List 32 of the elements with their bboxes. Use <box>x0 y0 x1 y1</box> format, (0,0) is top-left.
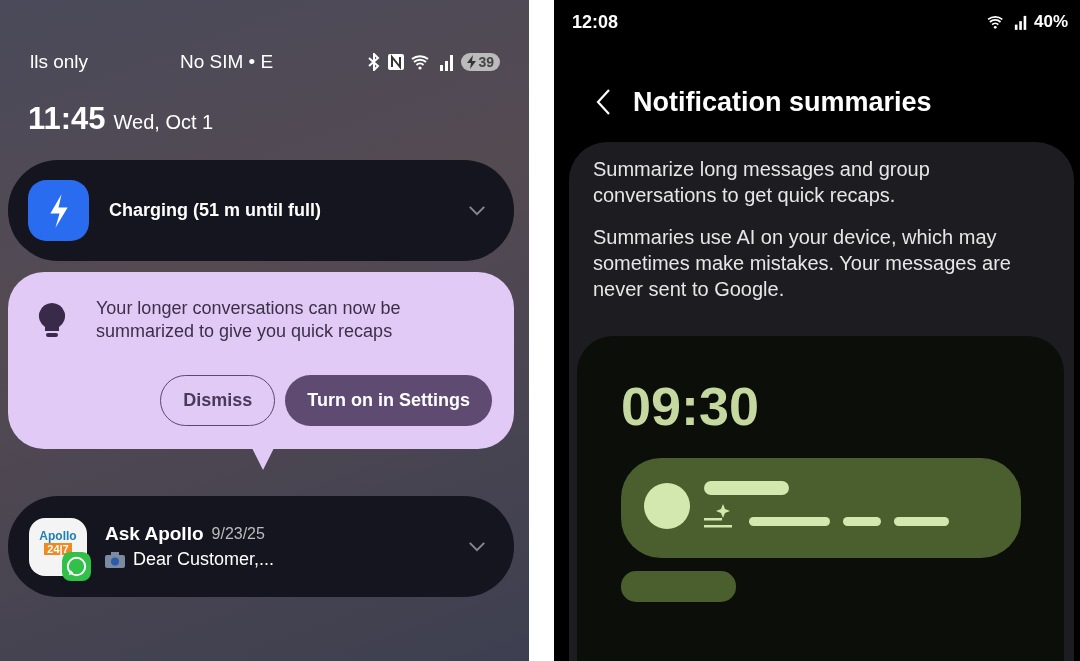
signal-icon <box>1013 14 1028 30</box>
settings-button[interactable]: Turn on in Settings <box>285 375 492 426</box>
preview-time: 09:30 <box>621 376 761 436</box>
page-title: Notification summaries <box>633 86 932 118</box>
camera-icon <box>105 551 125 568</box>
notification-title: Ask Apollo <box>105 523 204 545</box>
description-text: Summarize long messages and group conversations to get quick recaps. <box>593 157 931 208</box>
logo-text: Apollo <box>39 528 77 543</box>
notification-preview: Dear Customer,... <box>133 549 275 570</box>
clock-time: 11:45 <box>28 101 106 137</box>
battery-percentage: 40% <box>1033 12 1068 32</box>
charging-notification[interactable]: Charging (51 m until full) <box>8 160 514 261</box>
nfc-icon <box>387 53 406 71</box>
description-text: Summaries use AI on your device, which may sometimes make mistakes. Your messages are never sent to Google. <box>593 225 1012 302</box>
carrier-text: No SIM • E <box>180 51 274 73</box>
tip-message: Your longer conversations can now be summarized to give you quick recaps <box>96 297 402 343</box>
bluetooth-icon <box>367 53 382 71</box>
lightning-icon <box>28 180 89 241</box>
back-icon[interactable] <box>595 88 611 116</box>
lightbulb-icon <box>38 302 66 338</box>
status-time: 12:08 <box>572 11 619 33</box>
notification-time: 9/23/25 <box>211 525 265 543</box>
bolt-icon <box>467 55 477 69</box>
chevron-icon[interactable] <box>468 205 486 216</box>
chevron-icon[interactable] <box>468 541 486 552</box>
logo-badge: 24|7 <box>44 542 72 555</box>
battery-level: 39 <box>478 54 494 70</box>
signal-icon <box>439 53 456 71</box>
carrier-text: lls only <box>30 51 90 73</box>
message-notification[interactable]: Apollo 24|7 Ask Apollo 9/23/25 Dear Customer,... <box>8 496 514 597</box>
notification-title: Charging (51 m until full) <box>109 200 322 221</box>
clock-date: Wed, Oct 1 <box>113 111 214 134</box>
